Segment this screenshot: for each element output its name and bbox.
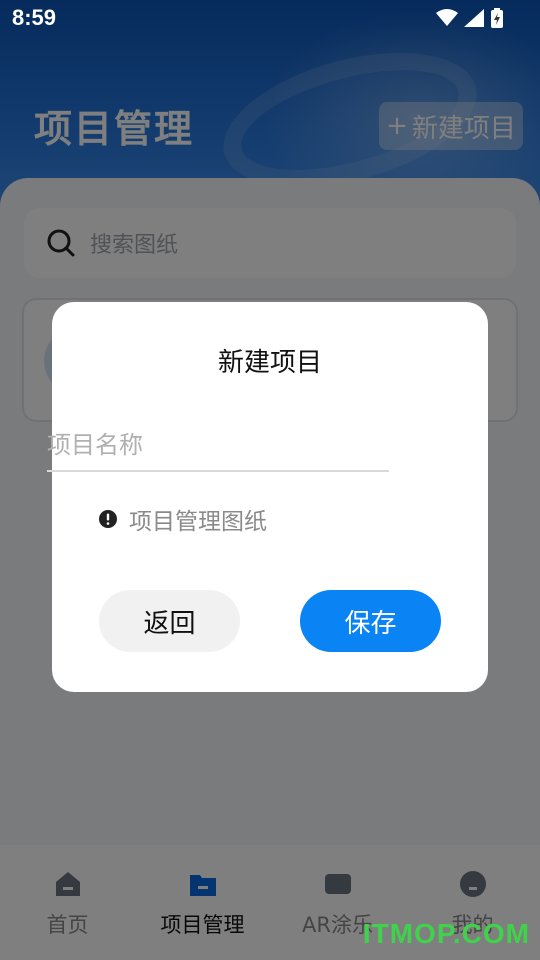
save-button[interactable]: 保存: [300, 590, 441, 652]
project-name-input[interactable]: [47, 420, 389, 472]
status-icons: [436, 8, 504, 28]
status-time: 8:59: [12, 5, 57, 30]
watermark: ITMOP.COM: [362, 918, 530, 949]
dialog-hint-text: 项目管理图纸: [129, 509, 267, 535]
wifi-icon: [436, 9, 458, 26]
dialog-hint: 项目管理图纸: [99, 502, 267, 536]
status-bar: 8:59: [0, 0, 540, 36]
dialog-title: 新建项目: [217, 348, 322, 378]
back-button[interactable]: 返回: [99, 590, 240, 652]
new-project-dialog: 新建项目 项目管理图纸 返回 保存: [52, 302, 488, 692]
exclamation-icon: [99, 510, 117, 528]
battery-icon: [491, 8, 503, 28]
signal-icon: [464, 9, 484, 27]
